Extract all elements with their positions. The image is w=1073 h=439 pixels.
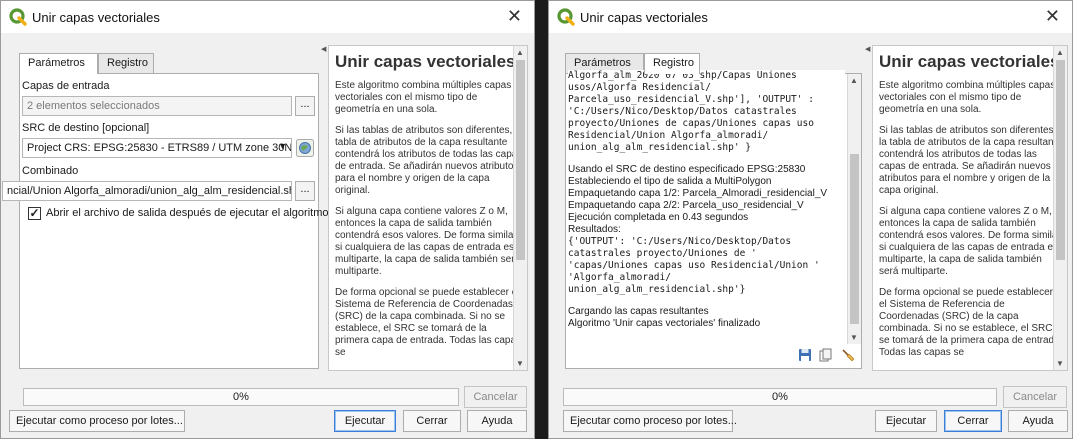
cancel-button[interactable]: Cancelar xyxy=(464,386,527,408)
log-line: catastrales proyecto/Uniones de ' xyxy=(568,248,757,259)
scroll-thumb[interactable] xyxy=(516,60,525,260)
log-line: usos/Algorfa Residencial/ xyxy=(568,82,711,93)
batch-process-button[interactable]: Ejecutar como proceso por lotes... xyxy=(563,410,737,432)
scroll-up-icon[interactable]: ▲ xyxy=(516,48,524,57)
parameters-pane: Capas de entrada 2 elementos seleccionad… xyxy=(2,73,329,369)
log-line: Parcela_uso_residencial_V.shp'], 'OUTPUT… xyxy=(568,94,814,105)
scroll-down-icon[interactable]: ▼ xyxy=(516,359,524,368)
log-line: 'capas/Uniones capas uso Residencial/Uni… xyxy=(568,260,820,271)
help-paragraph: Si las tablas de atributos son diferente… xyxy=(335,125,523,196)
log-line: 'C:/Users/Nico/Desktop/Datos catastrales xyxy=(568,106,797,117)
qgis-logo-icon xyxy=(557,8,575,26)
broom-icon[interactable] xyxy=(841,348,855,362)
splitter-handle-icon[interactable]: ◀ xyxy=(865,45,870,53)
crs-label: SRC de destino [opcional] xyxy=(22,122,150,134)
help-paragraph: Si alguna capa contiene valores Z o M, e… xyxy=(879,206,1063,277)
help-paragraph: Si alguna capa contiene valores Z o M, e… xyxy=(335,206,521,277)
help-paragraph: Este algoritmo combina múltiples capas v… xyxy=(879,80,1056,115)
tab-registro[interactable]: Registro xyxy=(98,53,154,73)
log-line: {'OUTPUT': 'C:/Users/Nico/Desktop/Datos xyxy=(568,236,792,247)
log-line: Algoritmo 'Unir capas vectoriales' final… xyxy=(568,318,761,329)
scroll-down-icon[interactable]: ▼ xyxy=(850,333,858,342)
help-paragraph: Si las tablas de atributos son diferente… xyxy=(879,125,1062,196)
close-icon[interactable]: ✕ xyxy=(1045,6,1060,27)
progress-bar: 0% xyxy=(563,388,997,406)
help-paragraph: Este algoritmo combina múltiples capas v… xyxy=(335,80,512,115)
qgis-logo-icon xyxy=(9,8,27,26)
batch-process-button[interactable]: Ejecutar como proceso por lotes... xyxy=(9,410,185,432)
title-bar: Unir capas vectoriales ✕ xyxy=(1,1,534,33)
save-icon[interactable] xyxy=(798,348,812,362)
output-browse-button[interactable]: ... xyxy=(295,181,315,201)
log-line: Usando el SRC de destino especificado EP… xyxy=(568,164,806,175)
log-spacer xyxy=(568,296,845,306)
crs-globe-icon[interactable] xyxy=(296,139,314,157)
help-paragraph: De forma opcional se puede establecer el… xyxy=(335,287,522,358)
input-layers-label: Capas de entrada xyxy=(22,80,110,92)
log-line: Empaquetando capa 1/2: Parcela_Almoradi_… xyxy=(568,188,828,199)
help-scrollbar[interactable]: ▲ ▼ xyxy=(513,46,527,370)
tab-registro[interactable]: Registro xyxy=(644,53,700,74)
help-panel: Unir capas vectoriales Este algoritmo co… xyxy=(328,45,528,371)
output-label: Combinado xyxy=(22,165,79,177)
log-spacer xyxy=(568,154,845,164)
help-title: Unir capas vectoriales xyxy=(879,52,1060,71)
log-line: Resultados: xyxy=(568,224,621,235)
splitter-handle-icon[interactable]: ◀ xyxy=(321,45,326,53)
window-title: Unir capas vectoriales xyxy=(580,10,708,25)
input-layers-field[interactable]: 2 elementos seleccionados xyxy=(22,96,292,116)
processing-dialog-parameters: Unir capas vectoriales ✕ Parámetros Regi… xyxy=(0,0,535,439)
log-line: 'Algorfa_almoradi/ xyxy=(568,272,671,283)
progress-bar: 0% xyxy=(23,388,459,406)
log-line: Algorfa_alm_2020 07 03_shp/Capas Uniones xyxy=(568,70,797,81)
window-title: Unir capas vectoriales xyxy=(32,10,160,25)
scroll-down-icon[interactable]: ▼ xyxy=(1056,359,1064,368)
tab-parametros[interactable]: Parámetros xyxy=(19,53,98,74)
title-bar: Unir capas vectoriales ✕ xyxy=(549,1,1072,33)
help-panel: Unir capas vectoriales Este algoritmo co… xyxy=(872,45,1068,371)
log-text: Algorfa_alm_2020 07 03_shp/Capas Uniones… xyxy=(568,70,845,342)
open-output-checkbox[interactable]: ✓ xyxy=(28,207,41,220)
help-scrollbar[interactable]: ▲ ▼ xyxy=(1053,46,1067,370)
log-line: Cargando las capas resultantes xyxy=(568,306,709,317)
close-button[interactable]: Cerrar xyxy=(403,410,461,432)
scroll-thumb[interactable] xyxy=(1056,60,1065,260)
copy-icon[interactable] xyxy=(819,348,833,362)
log-line: union_alg_alm_residencial.shp' } xyxy=(568,142,752,153)
open-output-label: Abrir el archivo de salida después de ej… xyxy=(46,207,329,219)
log-pane: Algorfa_alm_2020 07 03_shp/Capas Uniones… xyxy=(565,70,862,369)
close-icon[interactable]: ✕ xyxy=(507,6,522,27)
log-line: Ejecución completada en 0.43 segundos xyxy=(568,212,749,223)
help-title: Unir capas vectoriales xyxy=(335,52,516,71)
crs-select[interactable]: Project CRS: EPSG:25830 - ETRS89 / UTM z… xyxy=(22,138,292,158)
cancel-button[interactable]: Cancelar xyxy=(1003,386,1067,408)
run-button[interactable]: Ejecutar xyxy=(875,410,937,432)
log-scrollbar[interactable]: ▲ ▼ xyxy=(847,74,861,344)
help-button[interactable]: Ayuda xyxy=(467,410,527,432)
log-line: Empaquetando capa 2/2: Parcela_uso_resid… xyxy=(568,200,804,211)
scroll-up-icon[interactable]: ▲ xyxy=(1056,48,1064,57)
log-line: proyecto/Uniones de capas/Uniones capas … xyxy=(568,118,814,129)
input-layers-browse-button[interactable]: ... xyxy=(295,96,315,116)
log-line: Residencial/Union Algorfa_almoradi/ xyxy=(568,130,769,141)
chevron-down-icon: ▼ xyxy=(278,141,287,151)
help-button[interactable]: Ayuda xyxy=(1008,410,1068,432)
processing-dialog-log: Unir capas vectoriales ✕ Parámetros Regi… xyxy=(548,0,1073,439)
crs-select-value: Project CRS: EPSG:25830 - ETRS89 / UTM z… xyxy=(27,142,292,154)
help-paragraph: De forma opcional se puede establecer el… xyxy=(879,287,1063,358)
log-line: union_alg_alm_residencial.shp'} xyxy=(568,284,746,295)
scroll-thumb[interactable] xyxy=(850,154,859,324)
close-button[interactable]: Cerrar xyxy=(944,410,1002,432)
log-line: Estableciendo el tipo de salida a MultiP… xyxy=(568,176,772,187)
scroll-up-icon[interactable]: ▲ xyxy=(850,76,858,85)
run-button[interactable]: Ejecutar xyxy=(334,410,396,432)
output-path-field[interactable]: ncial/Union Algorfa_almoradi/union_alg_a… xyxy=(2,181,292,201)
